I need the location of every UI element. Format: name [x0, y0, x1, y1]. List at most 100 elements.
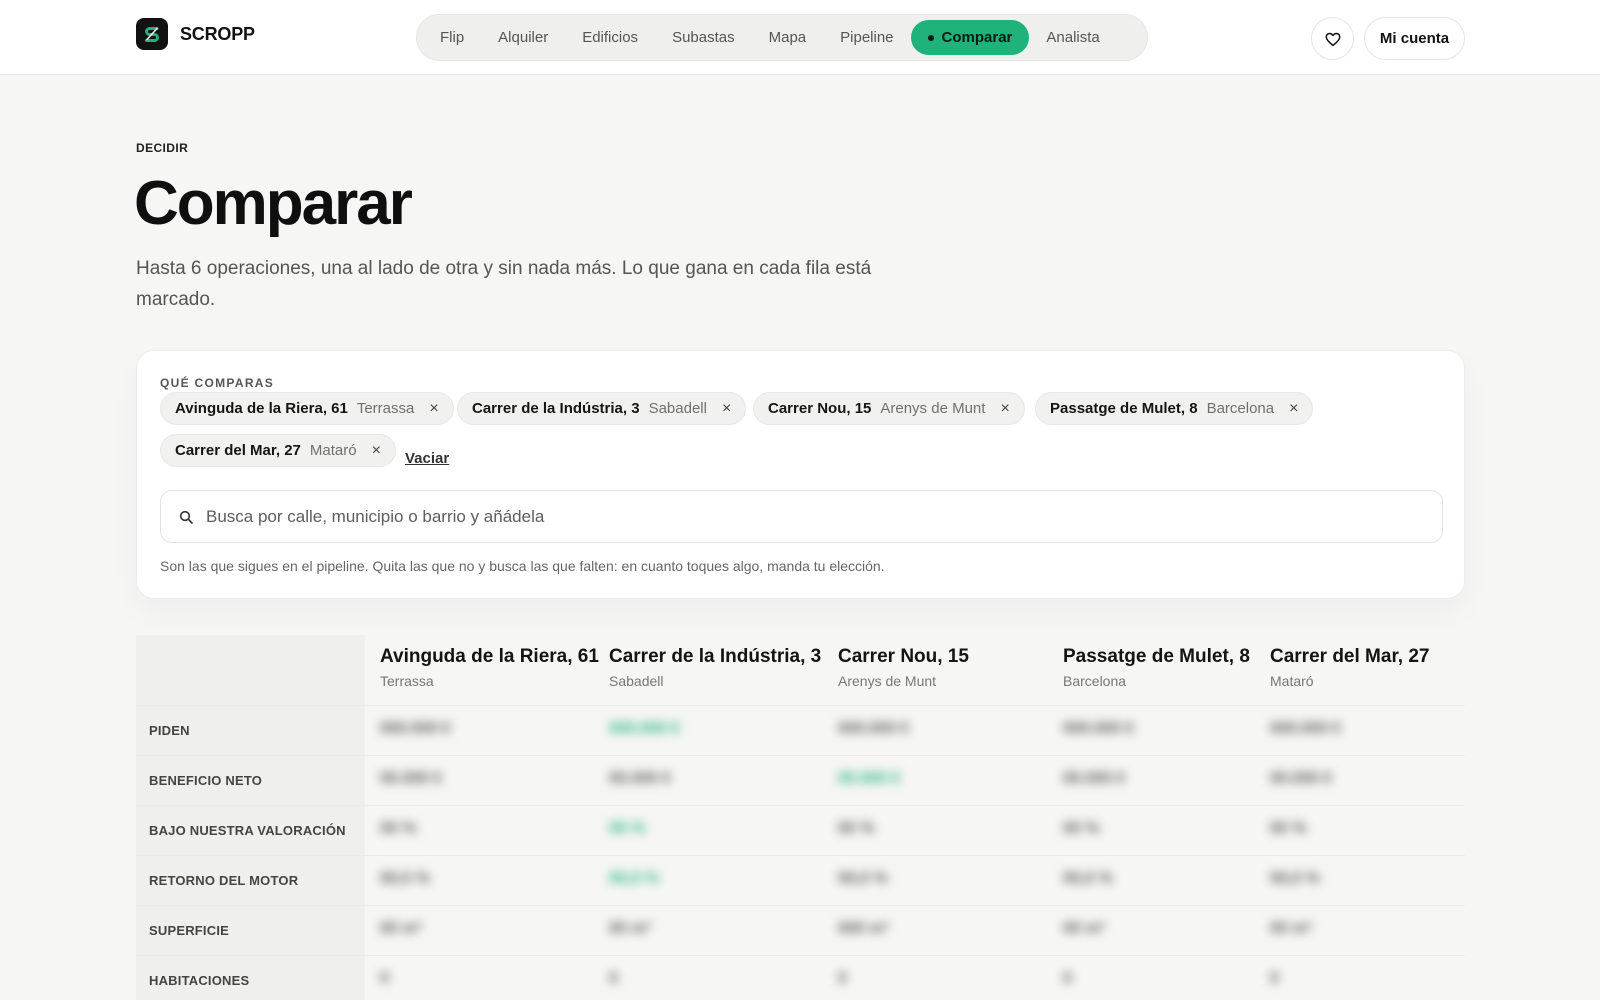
nav-item-edificios[interactable]: Edificios: [565, 20, 655, 55]
nav-item-analista[interactable]: Analista: [1029, 20, 1116, 55]
favorites-button[interactable]: [1311, 17, 1354, 60]
row-label: PIDEN: [149, 723, 190, 738]
table-cell: 00.000 €: [609, 770, 672, 787]
table-cell: 000 m²: [838, 920, 889, 937]
section-eyebrow: DECIDIR: [136, 141, 189, 155]
nav-item-label: Alquiler: [498, 29, 549, 46]
column-header: Passatge de Mulet, 8 Barcelona: [1063, 646, 1250, 689]
chip-street: Passatge de Mulet, 8: [1050, 400, 1198, 417]
table-cell: 00,0 %: [1063, 870, 1113, 887]
chip-town: Terrassa: [356, 400, 415, 417]
table-cell: 000.000 €: [838, 720, 910, 737]
table-row: BAJO NUESTRA VALORACIÓN 00 % 00 % 00 % 00 % 0…: [136, 805, 1465, 855]
winning-cell: 00 %: [609, 820, 646, 837]
remove-chip-icon[interactable]: ×: [372, 442, 381, 459]
heart-icon: [1325, 32, 1340, 46]
remove-chip-icon[interactable]: ×: [1289, 400, 1298, 417]
nav-item-flip[interactable]: Flip: [423, 20, 481, 55]
column-header: Avinguda de la Riera, 61 Terrassa: [380, 646, 599, 689]
table-row: HABITACIONES 0 0 0 0 0: [136, 955, 1465, 1000]
chip-street: Carrer de la Indústria, 3: [472, 400, 640, 417]
table-cell: 00 %: [1270, 820, 1307, 837]
search-input[interactable]: [206, 491, 1442, 542]
nav-item-mapa[interactable]: Mapa: [752, 20, 824, 55]
active-dot-icon: [927, 34, 934, 41]
chip-town: Barcelona: [1206, 400, 1275, 417]
nav-item-label: Edificios: [582, 29, 639, 46]
comparison-table: Avinguda de la Riera, 61 Terrassa Carrer d…: [136, 635, 1465, 1000]
selection-hint: Son las que sigues en el pipeline. Quita…: [160, 558, 885, 574]
table-cell: 0: [1063, 970, 1072, 987]
remove-chip-icon[interactable]: ×: [722, 400, 731, 417]
nav-item-pipeline[interactable]: Pipeline: [823, 20, 910, 55]
selected-property-chip: Carrer de la Indústria, 3 Sabadell ×: [457, 392, 747, 425]
selection-card: QUÉ COMPARAS Avinguda de la Riera, 61 Te…: [136, 350, 1465, 599]
selected-property-chip: Passatge de Mulet, 8 Barcelona ×: [1035, 392, 1314, 425]
clear-selection-link[interactable]: Vaciar: [405, 450, 449, 467]
selected-property-chip: Carrer del Mar, 27 Mataró ×: [160, 434, 396, 467]
chip-town: Mataró: [309, 442, 357, 459]
column-town: Arenys de Munt: [838, 673, 937, 689]
nav-item-subastas[interactable]: Subastas: [655, 20, 752, 55]
column-street: Carrer Nou, 15: [838, 646, 969, 667]
account-button[interactable]: Mi cuenta: [1364, 17, 1465, 60]
row-label: BAJO NUESTRA VALORACIÓN: [149, 823, 346, 838]
chip-street: Carrer del Mar, 27: [175, 442, 301, 459]
nav-item-label: Comparar: [941, 29, 1013, 46]
table-cell: 000.000 €: [1270, 720, 1342, 737]
table-row: PIDEN 000.000 € 000.000 € 000.000 € 000.000 …: [136, 705, 1465, 755]
column-street: Carrer del Mar, 27: [1270, 646, 1430, 667]
search-icon: [179, 510, 193, 524]
nav-item-label: Pipeline: [840, 29, 894, 46]
chip-street: Carrer Nou, 15: [768, 400, 872, 417]
selected-property-chip: Carrer Nou, 15 Arenys de Munt ×: [753, 392, 1025, 425]
chip-street: Avinguda de la Riera, 61: [175, 400, 348, 417]
table-row: SUPERFICIE 00 m² 00 m² 000 m² 00 m² 00 m²: [136, 905, 1465, 955]
scropp-logo-icon: [145, 27, 159, 42]
table-cell: 00,0 %: [838, 870, 888, 887]
column-street: Carrer de la Indústria, 3: [609, 646, 822, 667]
nav-item-alquiler[interactable]: Alquiler: [481, 20, 565, 55]
remove-chip-icon[interactable]: ×: [1000, 400, 1009, 417]
nav-item-label: Subastas: [672, 29, 735, 46]
column-street: Avinguda de la Riera, 61: [380, 646, 599, 667]
row-label: HABITACIONES: [149, 973, 250, 988]
column-header: Carrer del Mar, 27 Mataró: [1270, 646, 1429, 689]
remove-chip-icon[interactable]: ×: [429, 400, 438, 417]
chip-town: Sabadell: [648, 400, 707, 417]
table-cell: 00 m²: [1270, 920, 1312, 937]
table-cell: 000.000 €: [1063, 720, 1135, 737]
nav-item-label: Analista: [1046, 29, 1100, 46]
table-cell: 00.000 €: [380, 770, 443, 787]
column-street: Passatge de Mulet, 8: [1063, 646, 1250, 667]
selection-label: QUÉ COMPARAS: [160, 376, 275, 390]
selected-property-chip: Avinguda de la Riera, 61 Terrassa ×: [160, 392, 454, 425]
column-town: Terrassa: [380, 673, 434, 689]
winning-cell: 00,0 %: [609, 870, 659, 887]
table-row: BENEFICIO NETO 00.000 € 00.000 € 00.000 € 00…: [136, 755, 1465, 805]
table-cell: 00.000 €: [1270, 770, 1333, 787]
table-cell: 0: [838, 970, 847, 987]
row-label: BENEFICIO NETO: [149, 773, 263, 788]
nav-item-label: Mapa: [768, 29, 807, 46]
table-cell: 0: [609, 970, 618, 987]
top-bar: SCROPP Flip Alquiler Edificios Subastas Mapa…: [0, 0, 1600, 75]
table-cell: 00 %: [380, 820, 417, 837]
table-cell: 00 m²: [1063, 920, 1105, 937]
search-box: [160, 490, 1443, 543]
page-title: Comparar: [134, 169, 413, 238]
main-nav: Flip Alquiler Edificios Subastas Mapa Pipelin…: [416, 14, 1148, 61]
table-cell: 00 %: [1063, 820, 1100, 837]
table-cell: 00 m²: [609, 920, 651, 937]
nav-item-label: Flip: [440, 29, 465, 46]
brand[interactable]: SCROPP: [136, 18, 255, 50]
column-town: Barcelona: [1063, 673, 1127, 689]
chip-town: Arenys de Munt: [880, 400, 986, 417]
row-label: RETORNO DEL MOTOR: [149, 873, 299, 888]
page-description: Hasta 6 operaciones, una al lado de otra…: [136, 258, 872, 310]
nav-item-comparar[interactable]: Comparar: [910, 20, 1030, 55]
table-cell: 00,0 %: [380, 870, 430, 887]
table-cell: 0: [1270, 970, 1279, 987]
column-header: Carrer Nou, 15 Arenys de Munt: [838, 646, 969, 689]
table-cell: 0: [380, 970, 389, 987]
